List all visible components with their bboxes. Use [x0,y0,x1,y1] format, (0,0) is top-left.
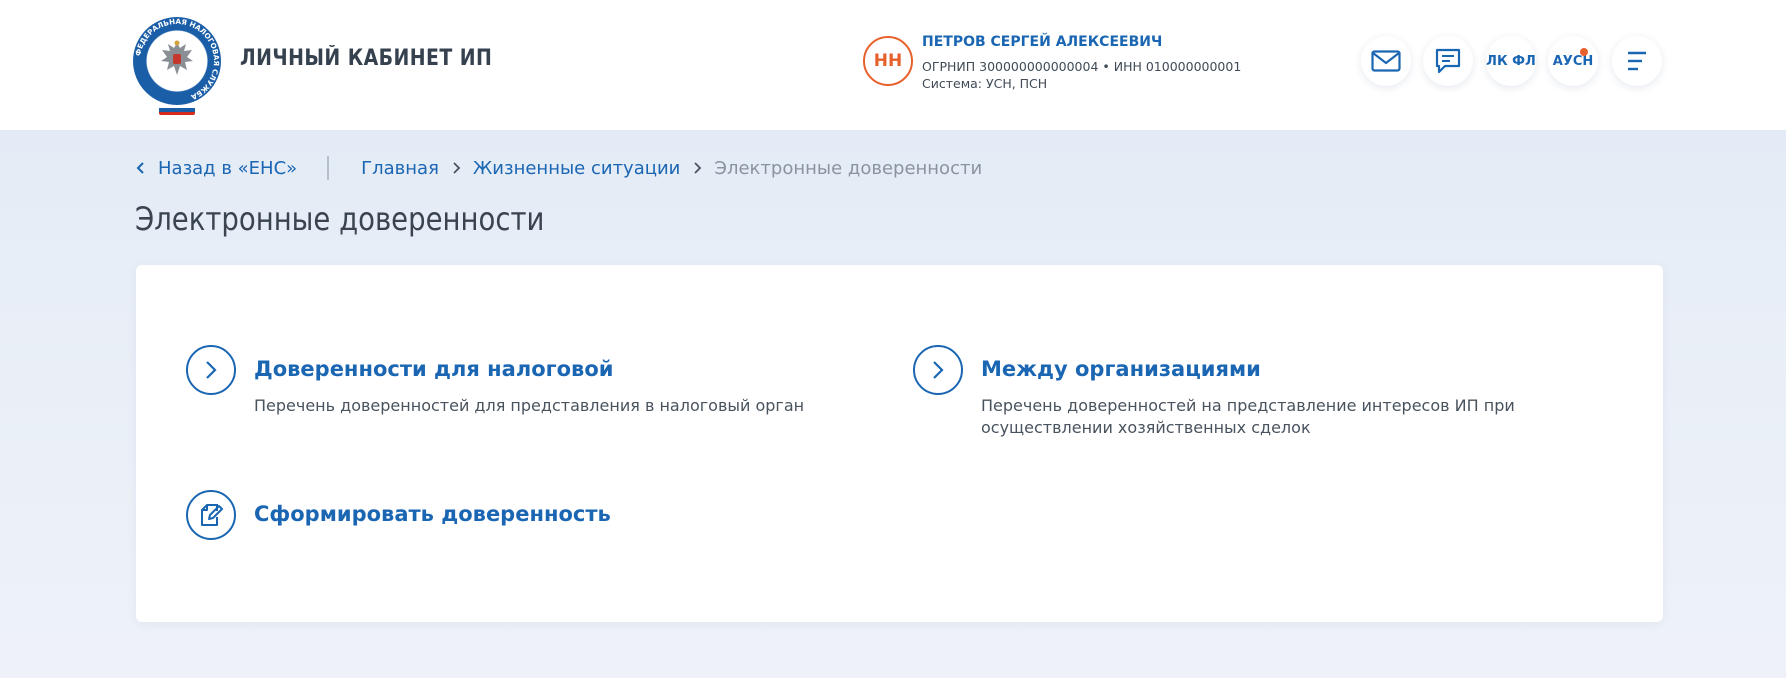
chevron-right-icon [680,161,714,175]
user-name[interactable]: ПЕТРОВ СЕРГЕЙ АЛЕКСЕЕВИЧ [922,34,1162,50]
menu-icon [1628,51,1646,71]
menu-button[interactable] [1612,36,1662,86]
breadcrumb: Назад в «ЕНС» Главная Жизненные ситуации… [136,155,982,181]
chat-icon [1435,48,1461,74]
between-organizations-poa-link[interactable]: Между организациями Перечень доверенност… [913,345,1613,455]
breadcrumb-life-situations-link[interactable]: Жизненные ситуации [473,158,680,179]
chevron-left-icon[interactable] [136,161,146,175]
card-description: Перечень доверенностей для представления… [254,396,805,415]
flag-icon [159,105,195,115]
mail-button[interactable] [1361,36,1411,86]
breadcrumb-current: Электронные доверенности [714,157,983,179]
back-to-ens-link[interactable]: Назад в «ЕНС» [158,158,297,179]
card-title[interactable]: Доверенности для налоговой [254,357,613,381]
edit-document-icon [186,490,236,540]
options-card: Доверенности для налоговой Перечень дове… [136,265,1663,622]
app-title: ЛИЧНЫЙ КАБИНЕТ ИП [240,46,493,71]
header: ФЕДЕРАЛЬНАЯ НАЛОГОВАЯ СЛУЖБА ЛИЧНЫЙ КАБИ… [0,0,1786,130]
breadcrumb-divider [327,156,330,180]
chevron-right-icon [186,345,236,395]
card-title[interactable]: Сформировать доверенность [254,502,611,526]
notification-dot [1580,48,1588,56]
tax-authority-poa-link[interactable]: Доверенности для налоговой Перечень дове… [186,345,826,435]
eagle-emblem-icon [161,40,193,75]
fns-logo[interactable]: ФЕДЕРАЛЬНАЯ НАЛОГОВАЯ СЛУЖБА [133,17,221,115]
breadcrumb-home-link[interactable]: Главная [361,158,439,179]
card-title[interactable]: Между организациями [981,357,1261,381]
chevron-right-icon [439,161,473,175]
ausn-button[interactable]: АУСН [1548,36,1598,86]
chevron-right-icon [913,345,963,395]
lk-fl-label: ЛК ФЛ [1486,53,1536,69]
chat-button[interactable] [1423,36,1473,86]
create-poa-link[interactable]: Сформировать доверенность [186,490,626,542]
mail-icon [1371,50,1401,72]
lk-fl-button[interactable]: ЛК ФЛ [1486,36,1536,86]
card-description: Перечень доверенностей на представление … [981,396,1515,437]
avatar[interactable]: НН [863,36,913,86]
page-title: Электронные доверенности [135,200,545,238]
ausn-label: АУСН [1552,53,1594,69]
user-tax-system: Система: УСН, ПСН [922,76,1048,91]
user-ids: ОГРНИП 300000000000004 • ИНН 01000000000… [922,59,1242,74]
